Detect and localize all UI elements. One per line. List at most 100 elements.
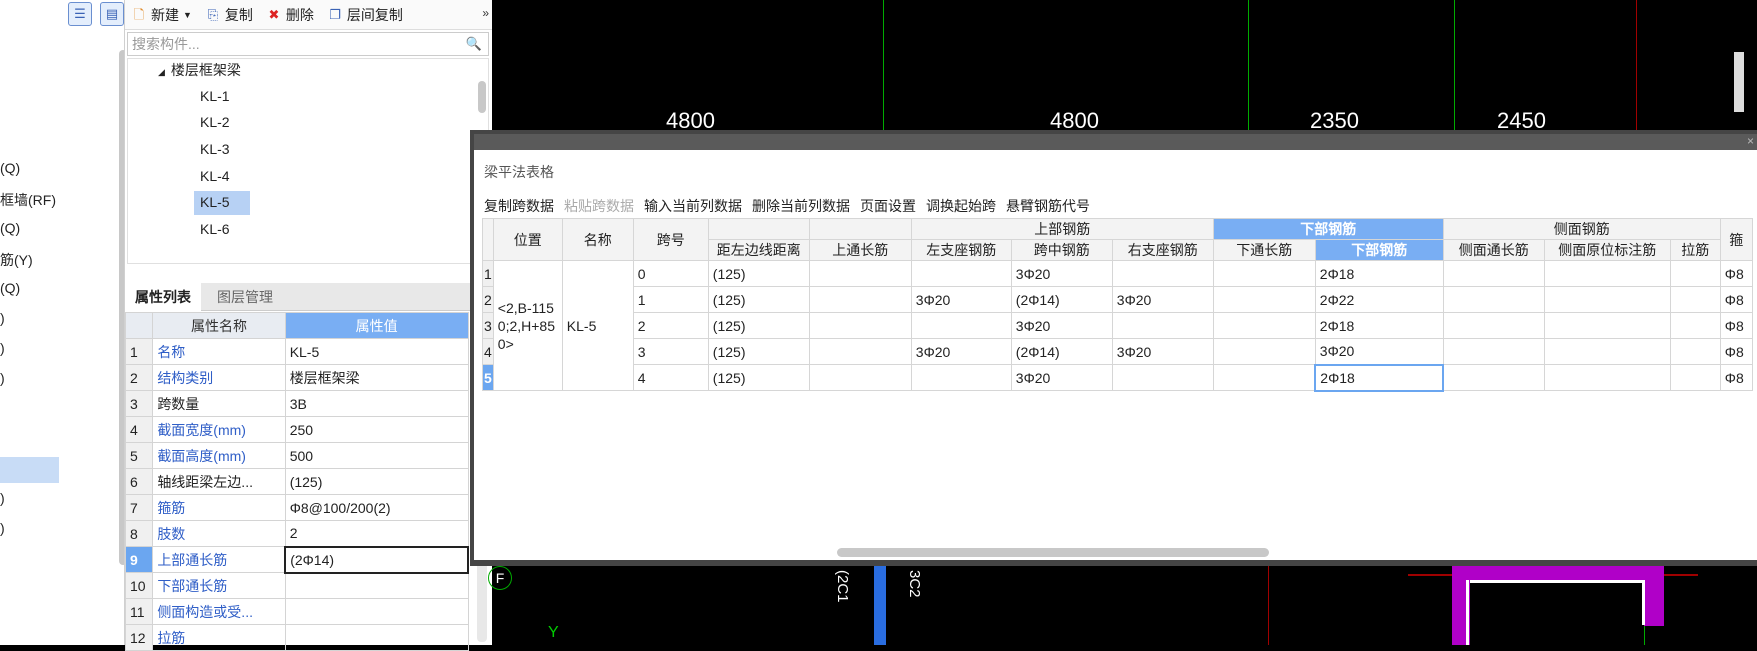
- bottom-through-cell[interactable]: [1212, 338, 1316, 365]
- tie-bar-cell[interactable]: [1669, 312, 1721, 339]
- bottom-through-cell[interactable]: [1212, 286, 1316, 313]
- property-value-editing[interactable]: (2Φ14): [284, 545, 469, 574]
- search-input[interactable]: [128, 33, 448, 55]
- more-tools-icon[interactable]: »: [482, 6, 489, 20]
- mid-span-cell[interactable]: 3Φ20: [1010, 312, 1113, 339]
- tree-item-kl4[interactable]: KL-4: [194, 165, 236, 189]
- grid-row[interactable]: 2 1 (125) 3Φ20 (2Φ14) 3Φ20 2Φ22 Φ8: [482, 286, 1753, 313]
- property-row[interactable]: 3 跨数量 3B: [124, 390, 469, 417]
- right-support-cell[interactable]: 3Φ20: [1111, 338, 1214, 365]
- side-original-cell[interactable]: [1543, 338, 1671, 365]
- left-support-cell[interactable]: 3Φ20: [910, 286, 1012, 313]
- module-item-selected[interactable]: [0, 457, 59, 483]
- grid-row-current[interactable]: 5 4 (125) 3Φ20 2Φ18 Φ8: [482, 363, 1753, 392]
- span-cell[interactable]: 4: [632, 364, 709, 391]
- tie-bar-cell[interactable]: [1669, 364, 1721, 391]
- tree-group-floor-frame-beam[interactable]: ◢ 楼层框架梁: [158, 59, 241, 83]
- module-item[interactable]: ): [0, 520, 5, 536]
- tie-bar-cell[interactable]: [1669, 338, 1721, 365]
- property-row[interactable]: 2 结构类别 楼层框架梁: [124, 364, 469, 391]
- module-item[interactable]: 框墙(RF): [0, 190, 56, 210]
- property-value[interactable]: [284, 598, 469, 625]
- tree-item-kl3[interactable]: KL-3: [194, 138, 236, 162]
- tree-item-kl1[interactable]: KL-1: [194, 85, 236, 109]
- search-icon[interactable]: 🔍: [466, 36, 482, 52]
- mid-span-cell[interactable]: 3Φ20: [1010, 260, 1113, 287]
- module-item[interactable]: ): [0, 490, 5, 506]
- span-cell[interactable]: 0: [632, 260, 709, 287]
- new-button[interactable]: 🗋 新建 ▼: [131, 5, 192, 25]
- property-row[interactable]: 1 名称 KL-5: [124, 338, 469, 365]
- left-support-cell[interactable]: 3Φ20: [910, 338, 1012, 365]
- property-value[interactable]: 2: [284, 520, 469, 547]
- swap-start-span-button[interactable]: 调换起始跨: [926, 196, 996, 216]
- tree-item-kl5-selected[interactable]: KL-5: [194, 191, 250, 215]
- bottom-bar-cell-selected[interactable]: 2Φ18: [1314, 363, 1445, 392]
- side-original-cell[interactable]: [1543, 260, 1671, 287]
- mid-span-cell[interactable]: (2Φ14): [1010, 286, 1113, 313]
- grid-row[interactable]: 4 3 (125) 3Φ20 (2Φ14) 3Φ20 3Φ20 Φ8: [482, 338, 1753, 365]
- tab-property-list[interactable]: 属性列表: [125, 283, 201, 311]
- dist-cell[interactable]: (125): [707, 286, 810, 313]
- side-original-cell[interactable]: [1543, 364, 1671, 391]
- bottom-bar-cell[interactable]: 2Φ22: [1314, 286, 1444, 313]
- stirrup-cell[interactable]: Φ8: [1719, 286, 1753, 313]
- input-column-data-button[interactable]: 输入当前列数据: [644, 196, 742, 216]
- cantilever-code-button[interactable]: 悬臂钢筋代号: [1006, 196, 1090, 216]
- property-value[interactable]: [284, 624, 469, 651]
- cad-side-handle[interactable]: [1734, 52, 1744, 112]
- right-support-cell[interactable]: [1111, 260, 1214, 287]
- tie-bar-cell[interactable]: [1669, 260, 1721, 287]
- property-value[interactable]: 楼层框架梁: [284, 364, 469, 391]
- property-value[interactable]: [284, 572, 469, 599]
- left-support-cell[interactable]: [910, 364, 1012, 391]
- selected-beam[interactable]: [874, 566, 886, 645]
- name-cell[interactable]: KL-5: [561, 260, 634, 391]
- module-item[interactable]: ): [0, 370, 5, 386]
- bottom-through-cell[interactable]: [1212, 260, 1316, 287]
- side-through-cell[interactable]: [1442, 364, 1545, 391]
- left-support-cell[interactable]: [910, 260, 1012, 287]
- tie-bar-cell[interactable]: [1669, 286, 1721, 313]
- right-support-cell[interactable]: [1111, 312, 1214, 339]
- stirrup-cell[interactable]: Φ8: [1719, 260, 1753, 287]
- property-value[interactable]: KL-5: [284, 338, 469, 365]
- property-row[interactable]: 11 侧面构造或受...: [124, 598, 469, 625]
- property-row[interactable]: 10 下部通长筋: [124, 572, 469, 599]
- module-item[interactable]: ): [0, 340, 5, 356]
- side-through-cell[interactable]: [1442, 338, 1545, 365]
- property-value[interactable]: 500: [284, 442, 469, 469]
- copy-button[interactable]: ⎘ 复制: [205, 5, 253, 25]
- window-titlebar[interactable]: ×: [474, 134, 1757, 150]
- side-original-cell[interactable]: [1543, 286, 1671, 313]
- property-row[interactable]: 7 箍筋 Φ8@100/200(2): [124, 494, 469, 521]
- property-value[interactable]: 3B: [284, 390, 469, 417]
- property-value[interactable]: (125): [284, 468, 469, 495]
- stirrup-cell[interactable]: Φ8: [1719, 312, 1753, 339]
- dist-cell[interactable]: (125): [707, 364, 810, 391]
- right-support-cell[interactable]: [1111, 364, 1214, 391]
- module-item[interactable]: 筋(Y): [0, 250, 33, 270]
- module-item[interactable]: (Q): [0, 280, 20, 296]
- property-row[interactable]: 4 截面宽度(mm) 250: [124, 416, 469, 443]
- dist-cell[interactable]: (125): [707, 260, 810, 287]
- span-cell[interactable]: 1: [632, 286, 709, 313]
- stirrup-cell[interactable]: Φ8: [1719, 364, 1753, 391]
- dist-cell[interactable]: (125): [707, 338, 810, 365]
- property-row-current[interactable]: 9 上部通长筋 (2Φ14): [124, 545, 469, 574]
- span-cell[interactable]: 3: [632, 338, 709, 365]
- delete-button[interactable]: ✖ 删除: [266, 5, 313, 25]
- property-row[interactable]: 6 轴线距梁左边... (125): [124, 468, 469, 495]
- page-setup-button[interactable]: 页面设置: [860, 196, 916, 216]
- detail-view-icon[interactable]: ▤: [100, 2, 124, 26]
- top-through-cell[interactable]: [808, 312, 912, 339]
- property-value[interactable]: Φ8@100/200(2): [284, 494, 469, 521]
- property-row[interactable]: 12 拉筋: [124, 624, 469, 651]
- list-view-icon[interactable]: ☰: [68, 2, 92, 26]
- stirrup-cell[interactable]: Φ8: [1719, 338, 1753, 365]
- side-through-cell[interactable]: [1442, 260, 1545, 287]
- left-support-cell[interactable]: [910, 312, 1012, 339]
- side-original-cell[interactable]: [1543, 312, 1671, 339]
- module-item[interactable]: ): [0, 310, 5, 326]
- bottom-bar-cell[interactable]: 2Φ18: [1314, 312, 1444, 339]
